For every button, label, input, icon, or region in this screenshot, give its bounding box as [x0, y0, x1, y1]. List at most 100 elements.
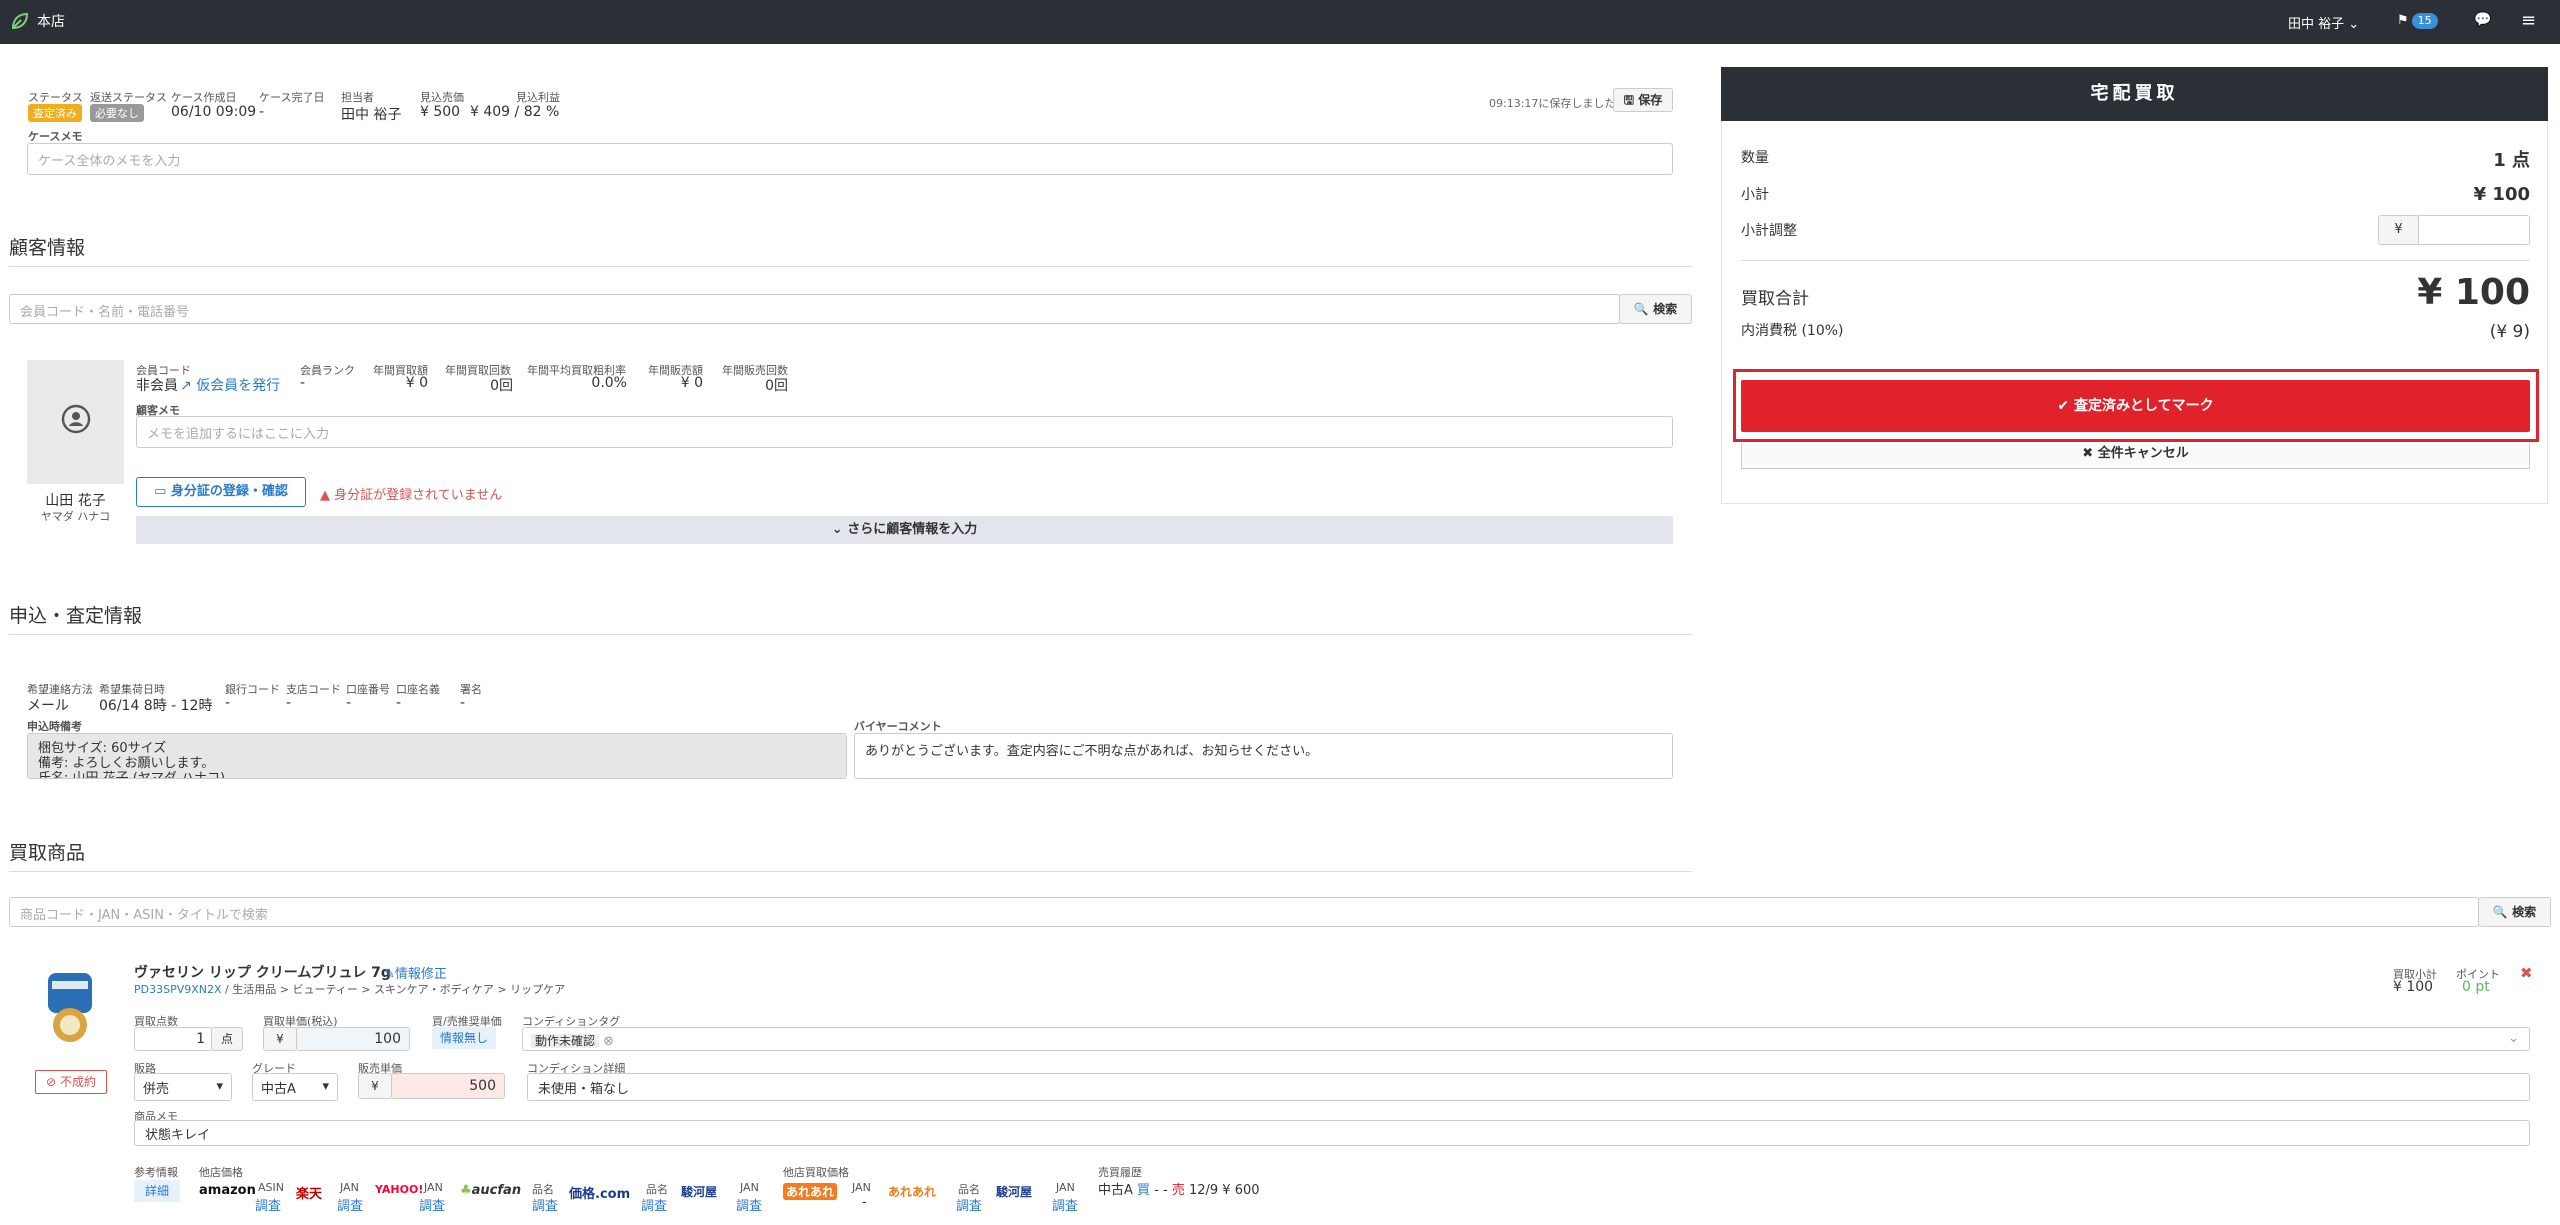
- created-value: 06/10 09:09: [171, 104, 257, 120]
- warning-icon: ▲: [320, 488, 330, 503]
- notes-line: 梱包サイズ: 60サイズ: [38, 741, 167, 756]
- status-badge: 査定済み: [28, 104, 82, 122]
- other-price-label: 他店価格: [199, 1166, 243, 1179]
- yen-addon: ¥: [263, 1027, 297, 1051]
- check-icon: ✔: [2057, 398, 2070, 414]
- arearea-logo: あれあれ: [783, 1183, 838, 1200]
- avatar: [27, 360, 124, 484]
- divider: [9, 871, 1692, 872]
- issue-temp-member-link[interactable]: ↗ 仮会員を発行: [180, 375, 280, 395]
- case-memo-input[interactable]: ケース全体のメモを入力: [27, 143, 1673, 175]
- close-icon: ✖: [2082, 446, 2094, 461]
- leaf-logo-icon[interactable]: [10, 11, 30, 31]
- grade-select[interactable]: 中古A ▾: [252, 1073, 338, 1101]
- customer-memo-input[interactable]: メモを追加するにはここに入力: [136, 416, 1673, 448]
- chat-icon[interactable]: 💬: [2474, 12, 2491, 28]
- qty-unit: 点: [211, 1027, 243, 1051]
- surugaya-buy-research-link[interactable]: 調査: [1052, 1195, 1078, 1214]
- shop-key: JAN: [424, 1181, 443, 1194]
- product-search-input[interactable]: 商品コード・JAN・ASIN・タイトルで検索: [9, 897, 2479, 927]
- more-customer-info-button[interactable]: ⌄ さらに顧客情報を入力: [136, 516, 1673, 544]
- delete-icon[interactable]: ✖: [2520, 964, 2533, 982]
- ban-icon: ⊘: [46, 1075, 57, 1089]
- product-title: ヴァセリン リップ クリームブリュレ 7g: [134, 965, 391, 981]
- annual-buy-count-value: 0回: [490, 378, 513, 394]
- member-code-value: 非会員: [136, 378, 178, 394]
- saved-status: 09:13:17に保存しました: [1489, 97, 1616, 110]
- signature-value: -: [460, 695, 466, 711]
- summary-subtotal-label: 小計: [1741, 187, 1769, 203]
- application-section-title: 申込・査定情報: [9, 605, 143, 627]
- channel-select[interactable]: 併売 ▾: [134, 1073, 232, 1101]
- mark-assessed-button[interactable]: ✔ 査定済みとしてマーク: [1741, 380, 2530, 432]
- remove-tag-icon[interactable]: ⊗: [603, 1034, 614, 1049]
- summary-qty-label: 数量: [1741, 150, 1769, 166]
- arearea-research-link[interactable]: 調査: [956, 1195, 982, 1214]
- yahoo-research-link[interactable]: 調査: [419, 1195, 445, 1214]
- rec-price-value[interactable]: 情報無し: [432, 1027, 496, 1049]
- qty-input[interactable]: 1: [134, 1027, 212, 1051]
- aucfan-research-link[interactable]: 調査: [532, 1195, 558, 1214]
- search-icon: 🔍: [1633, 302, 1649, 316]
- buyer-comment-input[interactable]: ありがとうございます。査定内容にご不明な点があれば、お知らせください。: [854, 733, 1673, 779]
- surugaya-logo: 駿河屋: [681, 1185, 718, 1199]
- subtotal-value: ¥ 100: [2393, 979, 2434, 995]
- surugaya-research-link[interactable]: 調査: [736, 1195, 762, 1214]
- product-memo-input[interactable]: 状態キレイ: [134, 1120, 2530, 1146]
- est-profit-value: ¥ 409 / 82 %: [470, 104, 560, 120]
- amazon-research-link[interactable]: 調査: [255, 1195, 281, 1214]
- hamburger-menu-icon[interactable]: ≡: [2521, 10, 2536, 31]
- return-status-label: 返送ステータス: [90, 91, 167, 104]
- product-code-link[interactable]: PD33SPV9XN2X: [134, 983, 222, 996]
- kakaku-research-link[interactable]: 調査: [641, 1195, 667, 1214]
- summary-qty-value: 1 点: [2493, 150, 2530, 171]
- surugaya-buy-logo: 駿河屋: [996, 1185, 1033, 1199]
- rakuten-research-link[interactable]: 調査: [337, 1195, 363, 1214]
- aucfan-leaf-icon: ♣: [460, 1183, 472, 1198]
- search-icon: 🔍: [2492, 905, 2508, 919]
- shop-key: JAN: [1056, 1181, 1075, 1194]
- failed-button[interactable]: ⊘ 不成約: [35, 1070, 107, 1094]
- return-status-badge: 必要なし: [90, 104, 144, 122]
- shop-key: JAN: [852, 1181, 871, 1194]
- id-register-button[interactable]: ▭ 身分証の登録・確認: [136, 477, 306, 507]
- created-label: ケース作成日: [171, 91, 237, 104]
- adjust-input[interactable]: [2418, 215, 2530, 245]
- completed-value: -: [259, 104, 265, 120]
- customer-search-input[interactable]: 会員コード・名前・電話番号: [9, 294, 1620, 324]
- yen-addon: ¥: [358, 1073, 392, 1099]
- bank-code-value: -: [225, 695, 231, 711]
- annual-avg-rate-value: 0.0%: [591, 375, 627, 391]
- bank-code-label: 銀行コード: [225, 683, 280, 696]
- ref-detail-button[interactable]: 詳細: [134, 1180, 180, 1202]
- unit-price-input[interactable]: 100: [296, 1027, 410, 1051]
- condition-tag-select[interactable]: 動作未確認 ⊗ ⌄: [522, 1027, 2530, 1051]
- sale-price-input[interactable]: 500: [391, 1073, 505, 1099]
- flag-notifications[interactable]: ⚑ 15: [2397, 13, 2438, 29]
- tax-value: (¥ 9): [2489, 322, 2530, 342]
- branch-code-value: -: [286, 695, 292, 711]
- divider: [1741, 260, 2530, 261]
- user-avatar-icon: [61, 404, 91, 434]
- account-no-value: -: [346, 695, 352, 711]
- user-menu[interactable]: 田中 裕子 ⌄: [2288, 13, 2359, 32]
- chevron-down-icon: ⌄: [2508, 1031, 2519, 1046]
- notes-textarea[interactable]: 梱包サイズ: 60サイズ 備考: よろしくお願いします。 氏名: 山田 花子 (…: [27, 733, 847, 779]
- ref-label: 参考情報: [134, 1166, 178, 1179]
- store-name[interactable]: 本店: [37, 11, 65, 31]
- condition-detail-input[interactable]: 未使用・箱なし: [527, 1073, 2530, 1101]
- assignee-value[interactable]: 田中 裕子: [341, 104, 401, 124]
- edit-info-link[interactable]: ✎情報修正: [384, 963, 447, 982]
- chevron-down-icon: ▾: [322, 1079, 329, 1094]
- shop-key: ASIN: [258, 1181, 284, 1194]
- notes-line: 氏名: 山田 花子 (ヤマダ ハナコ): [38, 771, 226, 779]
- customer-search-button[interactable]: 🔍 検索: [1619, 294, 1692, 324]
- customer-section-title: 顧客情報: [9, 237, 86, 259]
- assignee-label: 担当者: [341, 91, 374, 104]
- save-button[interactable]: 🖫 保存: [1613, 88, 1673, 112]
- rank-value: -: [300, 375, 306, 391]
- product-search-button[interactable]: 🔍 検索: [2478, 897, 2551, 927]
- yahoo-logo: YAHOO!: [375, 1183, 424, 1196]
- cancel-all-button[interactable]: ✖ 全件キャンセル: [1741, 443, 2530, 469]
- account-name-label: 口座名義: [396, 683, 440, 696]
